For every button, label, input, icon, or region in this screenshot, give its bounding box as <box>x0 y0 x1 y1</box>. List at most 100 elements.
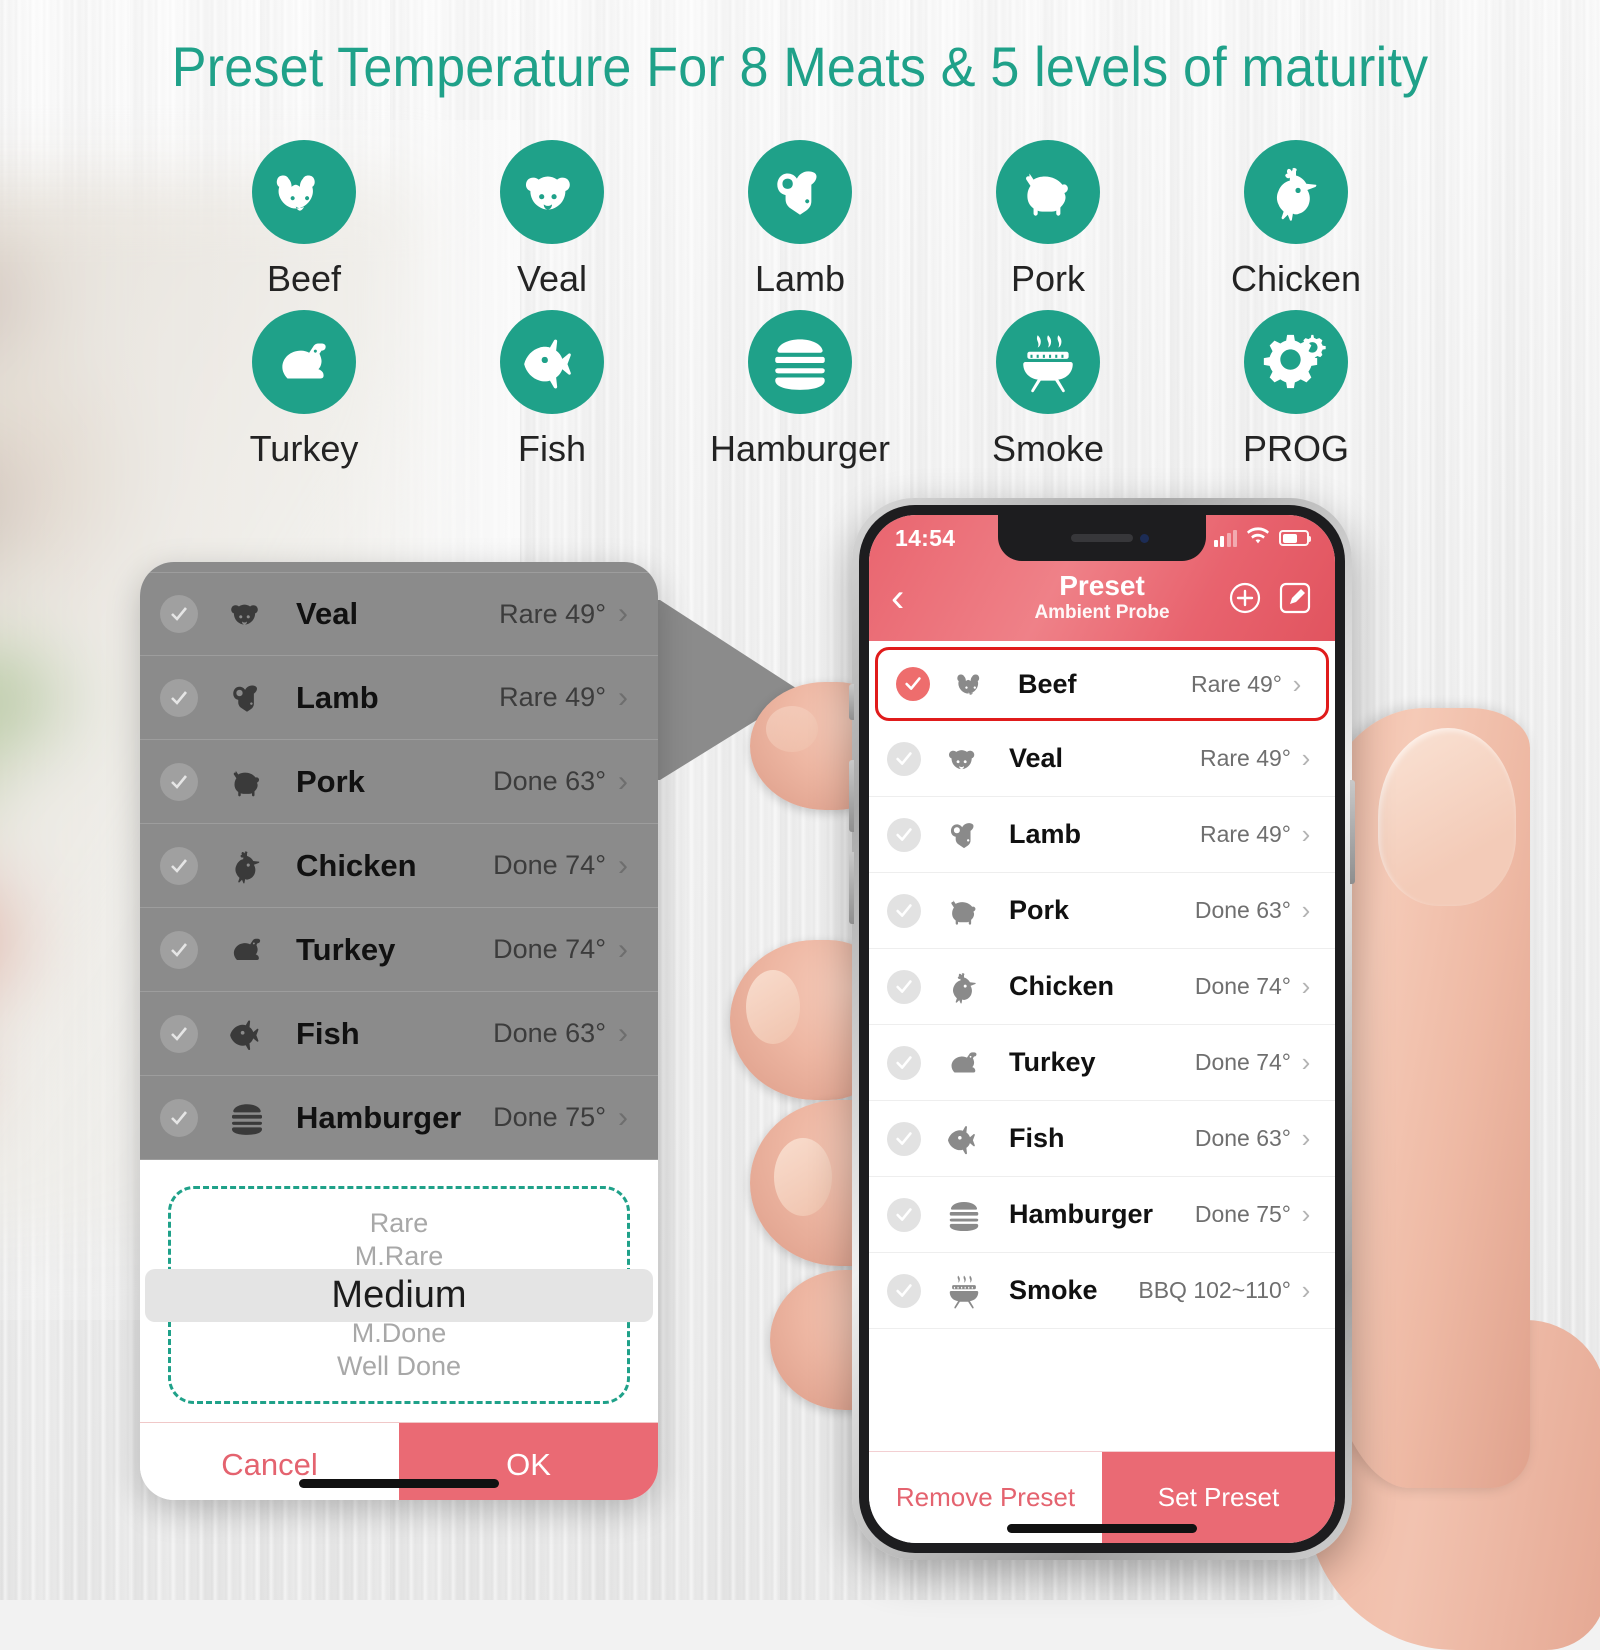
chevron-right-icon[interactable]: › <box>1282 669 1312 700</box>
list-item[interactable]: Lamb Rare 49° › <box>140 656 658 740</box>
rooster-icon <box>935 968 993 1006</box>
gear-icon <box>1244 310 1348 414</box>
list-item[interactable]: Hamburger Done 75° › <box>140 1076 658 1160</box>
hamburger-icon <box>748 310 852 414</box>
check-icon[interactable] <box>887 893 921 928</box>
chevron-right-icon[interactable]: › <box>606 681 640 715</box>
maturity-picker-container[interactable]: Rare M.Rare Medium M.Done Well Done <box>140 1160 658 1422</box>
chevron-right-icon[interactable]: › <box>606 933 640 967</box>
hamburger-icon <box>216 1098 278 1138</box>
check-icon[interactable] <box>887 817 921 852</box>
meat-icon-cell-turkey: Turkey <box>180 310 428 480</box>
picker-option[interactable]: M.Rare <box>171 1240 627 1273</box>
ok-button[interactable]: OK <box>399 1423 658 1500</box>
table-row-temperature: Rare 49° <box>1190 670 1282 697</box>
list-empty-space <box>869 1329 1335 1449</box>
cancel-button[interactable]: Cancel <box>140 1423 399 1500</box>
chevron-right-icon[interactable]: › <box>606 1101 640 1135</box>
chevron-right-icon[interactable]: › <box>606 849 640 883</box>
list-item-label: Turkey <box>296 931 396 967</box>
check-icon[interactable] <box>887 1045 921 1080</box>
check-icon[interactable] <box>160 930 198 969</box>
check-icon[interactable] <box>160 678 198 717</box>
power-button[interactable] <box>1350 780 1355 884</box>
calf-head-icon <box>500 140 604 244</box>
table-row[interactable]: Hamburger Done 75° › <box>869 1177 1335 1253</box>
list-item-temperature: Done 74° <box>493 850 606 880</box>
front-camera <box>1140 534 1149 543</box>
picker-action-bar: Cancel OK <box>140 1422 658 1500</box>
fish-icon <box>216 1014 278 1054</box>
list-item[interactable]: Fish Done 63° › <box>140 992 658 1076</box>
table-row-label: Veal <box>1009 743 1064 773</box>
chevron-right-icon[interactable]: › <box>1291 1275 1321 1306</box>
navigation-bar: ‹ Preset Ambient Probe <box>869 561 1335 635</box>
check-icon[interactable] <box>887 1273 921 1308</box>
table-row-temperature: Rare 49° <box>1199 745 1291 771</box>
chevron-right-icon[interactable]: › <box>1291 971 1321 1002</box>
bbq-grill-icon <box>935 1272 993 1310</box>
wifi-icon <box>1246 526 1270 550</box>
volume-up-button[interactable] <box>849 760 854 832</box>
table-row[interactable]: Veal Rare 49° › <box>869 721 1335 797</box>
turkey-icon <box>935 1044 993 1082</box>
table-row[interactable]: Pork Done 63° › <box>869 873 1335 949</box>
picker-option[interactable]: M.Done <box>171 1317 627 1350</box>
table-row-label: Chicken <box>1009 971 1115 1001</box>
table-row[interactable]: Turkey Done 74° › <box>869 1025 1335 1101</box>
chevron-right-icon[interactable]: › <box>606 597 640 631</box>
table-row-temperature: Done 63° <box>1194 1125 1291 1151</box>
check-icon[interactable] <box>887 741 921 776</box>
volume-down-button[interactable] <box>849 852 854 924</box>
ring-finger-nail <box>774 1138 832 1216</box>
calf-head-icon <box>935 740 993 778</box>
ram-head-icon <box>748 140 852 244</box>
chevron-right-icon[interactable]: › <box>1291 1123 1321 1154</box>
chevron-right-icon[interactable]: › <box>1291 895 1321 926</box>
chevron-right-icon[interactable]: › <box>1291 1199 1321 1230</box>
check-icon[interactable] <box>160 762 198 801</box>
table-row[interactable]: Fish Done 63° › <box>869 1101 1335 1177</box>
table-row[interactable]: Smoke BBQ 102~110° › <box>869 1253 1335 1329</box>
rooster-icon <box>1244 140 1348 244</box>
list-item[interactable]: Veal Rare 49° › <box>140 572 658 656</box>
check-icon[interactable] <box>887 1197 921 1232</box>
maturity-picker-wheel[interactable]: Rare M.Rare Medium M.Done Well Done <box>145 1186 653 1404</box>
check-icon[interactable] <box>160 846 198 885</box>
check-icon[interactable] <box>160 595 198 633</box>
list-item[interactable]: Chicken Done 74° › <box>140 824 658 908</box>
dimmed-preset-list: Veal Rare 49° › Lamb Rare 49° › Pork Done 63° › C… <box>140 562 658 1160</box>
table-row[interactable]: Chicken Done 74° › <box>869 949 1335 1025</box>
preset-list[interactable]: Beef Rare 49° › Veal Rare 49° › Lamb Rare 49° › P… <box>869 641 1335 1451</box>
check-icon[interactable] <box>160 1098 198 1137</box>
check-icon[interactable] <box>887 1121 921 1156</box>
chevron-right-icon[interactable]: › <box>1291 819 1321 850</box>
meat-icon-label: Beef <box>266 258 342 299</box>
picker-option-selected[interactable]: Medium <box>171 1273 627 1318</box>
chevron-right-icon[interactable]: › <box>1291 743 1321 774</box>
table-row[interactable]: Lamb Rare 49° › <box>869 797 1335 873</box>
meat-icon-cell-pork: Pork <box>924 140 1172 310</box>
app-header: 14:54 ‹ Preset Ambient Probe <box>869 515 1335 641</box>
list-item-temperature: Rare 49° <box>499 682 606 712</box>
checkmark-selected-icon[interactable] <box>896 667 930 701</box>
picker-option[interactable]: Well Done <box>171 1350 627 1383</box>
chevron-right-icon[interactable]: › <box>606 1017 640 1051</box>
phone-screen: 14:54 ‹ Preset Ambient Probe Beef Rare 4… <box>869 515 1335 1543</box>
table-row-selected[interactable]: Beef Rare 49° › <box>875 647 1329 721</box>
picker-option[interactable]: Rare <box>171 1207 627 1240</box>
mute-switch[interactable] <box>849 684 854 720</box>
list-item[interactable]: Turkey Done 74° › <box>140 908 658 992</box>
chevron-right-icon[interactable]: › <box>1291 1047 1321 1078</box>
plus-circle-icon[interactable] <box>1227 580 1263 616</box>
chevron-left-icon[interactable]: ‹ <box>891 578 931 618</box>
middle-finger-nail <box>746 970 800 1044</box>
edit-pencil-icon[interactable] <box>1277 580 1313 616</box>
check-icon[interactable] <box>160 1014 198 1053</box>
list-item[interactable]: Pork Done 63° › <box>140 740 658 824</box>
meat-icon-label: Lamb <box>754 258 846 299</box>
table-row-label: Pork <box>1009 895 1070 925</box>
check-icon[interactable] <box>887 969 921 1004</box>
calf-head-icon <box>216 594 278 634</box>
chevron-right-icon[interactable]: › <box>606 765 640 799</box>
